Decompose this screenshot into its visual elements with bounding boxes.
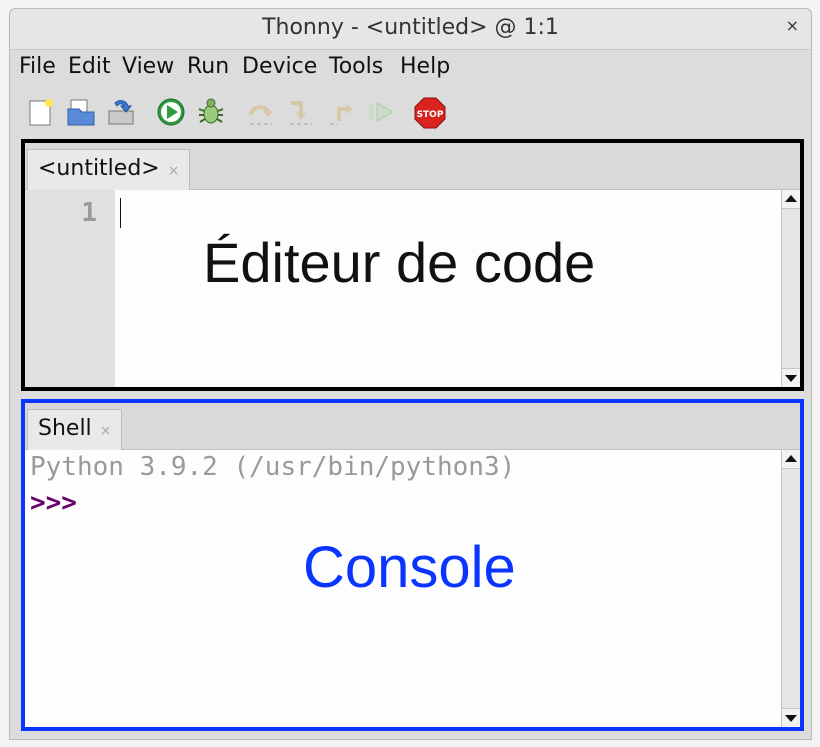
window-title: Thonny - <untitled> @ 1:1: [262, 15, 559, 40]
menu-help[interactable]: Help: [400, 54, 450, 79]
shell-console[interactable]: Python 3.9.2 (/usr/bin/python3) >>> Cons…: [25, 450, 782, 727]
resume-icon: [366, 97, 396, 127]
scroll-down-icon[interactable]: [782, 368, 800, 387]
shell-prompt: >>>: [30, 488, 77, 518]
editor-panel: <untitled> × 1 Éditeur de code: [21, 139, 804, 391]
shell-scrollbar[interactable]: [781, 450, 800, 727]
save-file-icon[interactable]: [106, 97, 136, 127]
step-out-icon: [326, 97, 356, 127]
editor-scrollbar[interactable]: [781, 190, 800, 387]
open-file-icon[interactable]: [66, 97, 96, 127]
editor-annotation-label: Éditeur de code: [203, 231, 596, 294]
editor-tab-strip: <untitled> ×: [25, 143, 800, 190]
tab-untitled-label: <untitled>: [38, 156, 160, 181]
scroll-down-icon[interactable]: [782, 708, 800, 727]
tab-untitled[interactable]: <untitled> ×: [27, 149, 191, 190]
close-window-button[interactable]: ×: [786, 16, 799, 35]
stop-icon-label: STOP: [417, 110, 444, 120]
python-banner: Python 3.9.2 (/usr/bin/python3): [30, 452, 516, 482]
thonny-window: Thonny - <untitled> @ 1:1 × File Edit Vi…: [9, 8, 812, 740]
scroll-up-icon[interactable]: [782, 450, 800, 469]
step-into-icon: [286, 97, 316, 127]
title-bar[interactable]: Thonny - <untitled> @ 1:1 ×: [10, 9, 811, 50]
shell-panel: Shell × Python 3.9.2 (/usr/bin/python3) >…: [21, 399, 804, 731]
new-file-icon[interactable]: [26, 97, 56, 127]
tab-shell[interactable]: Shell ×: [27, 409, 123, 450]
toolbar: STOP: [10, 89, 811, 135]
menu-run[interactable]: Run: [187, 54, 229, 79]
menu-file[interactable]: File: [19, 54, 56, 79]
menu-bar: File Edit View Run Device Tools Help: [10, 50, 811, 86]
debug-icon[interactable]: [196, 97, 226, 127]
menu-device[interactable]: Device: [242, 54, 317, 79]
close-tab-icon[interactable]: ×: [168, 163, 180, 179]
tab-shell-label: Shell: [38, 416, 92, 441]
console-annotation-label: Console: [303, 535, 516, 600]
close-tab-icon[interactable]: ×: [100, 423, 112, 439]
stop-icon[interactable]: STOP: [414, 97, 446, 129]
line-number: 1: [81, 198, 97, 228]
scroll-up-icon[interactable]: [782, 190, 800, 209]
shell-tab-strip: Shell ×: [25, 403, 800, 450]
menu-tools[interactable]: Tools: [329, 54, 383, 79]
line-number-gutter: 1: [25, 190, 115, 387]
text-cursor: [120, 198, 121, 228]
menu-view[interactable]: View: [122, 54, 174, 79]
menu-edit[interactable]: Edit: [68, 54, 111, 79]
run-icon[interactable]: [156, 97, 186, 127]
code-editor[interactable]: Éditeur de code: [115, 190, 782, 387]
step-over-icon: [246, 97, 276, 127]
